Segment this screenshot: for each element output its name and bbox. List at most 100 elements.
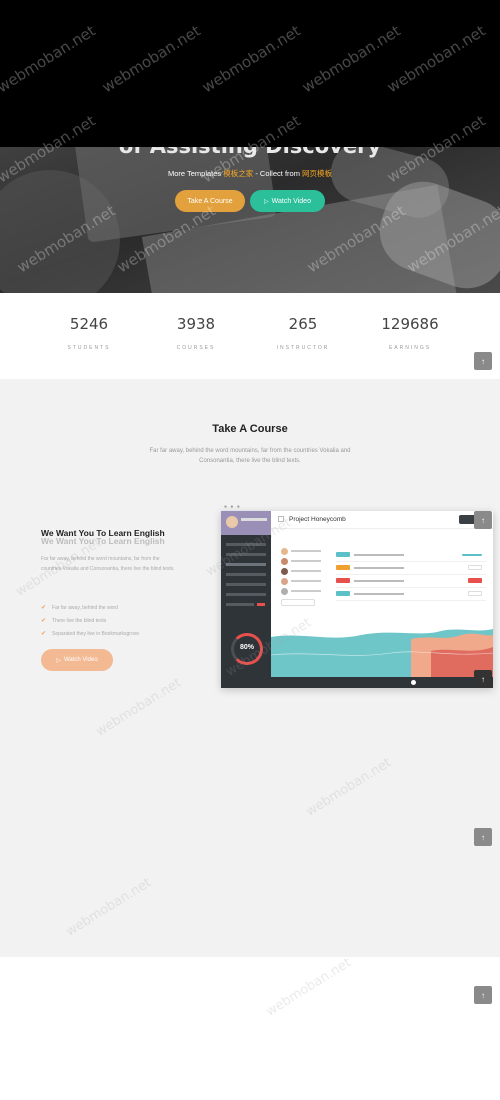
avatar (281, 577, 288, 585)
sidebar-nav-line (226, 563, 266, 566)
file-name-line (354, 554, 404, 556)
list-item (336, 575, 486, 588)
dashboard-header: Project Honeycomb (271, 511, 493, 529)
stat-label: STUDENTS (67, 345, 111, 351)
list-item (281, 576, 326, 586)
back-to-top-button[interactable]: ↑ (474, 670, 492, 688)
dashboard-footer (271, 677, 493, 688)
dashboard-member-list (281, 546, 326, 606)
back-to-top-button[interactable]: ↑ (474, 986, 492, 1004)
watch-video-button[interactable]: ▷ Watch Video (250, 190, 325, 212)
stat-value: 265 (288, 315, 318, 333)
member-name-line (291, 550, 321, 552)
watch-video-button-secondary[interactable]: ▷ Watch Video (41, 649, 113, 671)
back-to-top-button[interactable]: ↑ (474, 352, 492, 370)
list-item (281, 586, 326, 596)
file-name-line (354, 580, 404, 582)
play-icon: ▷ (264, 198, 269, 205)
stat-label: COURSES (176, 345, 216, 351)
list-item: ✔ There live the blind texts (41, 614, 139, 627)
collect-link[interactable]: 网页模板 (302, 169, 332, 178)
avatar (281, 557, 288, 565)
check-icon: ✔ (41, 605, 47, 611)
list-item (336, 562, 486, 575)
dashboard-screenshot: 80% Project Honeycomb (221, 511, 493, 688)
course-description: Far far away, behind the word mountains,… (149, 448, 351, 464)
list-item: ✔ Separated they live in Bookmarksgrove (41, 627, 139, 640)
dashboard-file-list (336, 549, 486, 601)
check-icon: ✔ (41, 631, 47, 637)
back-to-top-button[interactable]: ↑ (474, 511, 492, 529)
hero-subtitle-text: - Collect from (253, 169, 303, 178)
page: of Assisting Discovery More Templates 模板… (0, 0, 500, 1100)
file-action (468, 591, 482, 596)
check-icon: ✔ (41, 618, 47, 624)
course-section: Take A Course Far far away, behind the w… (0, 379, 500, 957)
member-name-line (291, 590, 321, 592)
list-item-text: Separated they live in Bookmarksgrove (52, 630, 140, 637)
watch-video-label: Watch Video (271, 197, 311, 205)
back-to-top-button[interactable]: ↑ (474, 828, 492, 846)
dashboard-title: Project Honeycomb (289, 516, 346, 523)
file-tag (336, 578, 350, 583)
hero-subtitle-text: More Templates (167, 169, 224, 178)
list-item (281, 566, 326, 576)
dashboard-sidebar: 80% (221, 511, 271, 688)
list-item-text: There live the blind texts (52, 617, 107, 624)
stat-earnings: 129686 EARNINGS (355, 315, 465, 351)
profile-name-line (241, 518, 267, 521)
course-title: Take A Course (212, 423, 288, 435)
file-name-line (354, 567, 404, 569)
file-tag (336, 552, 350, 557)
member-name-line (291, 570, 321, 572)
file-tag (336, 591, 350, 596)
sidebar-nav-line (226, 573, 266, 576)
stat-value: 5246 (69, 315, 109, 333)
stat-instructor: 265 INSTRUCTOR (248, 315, 358, 351)
timeline-marker (411, 680, 416, 685)
list-item (336, 588, 486, 601)
member-name-line (291, 560, 321, 562)
stat-label: EARNINGS (388, 345, 432, 351)
avatar (281, 587, 288, 595)
stat-value: 3938 (176, 315, 216, 333)
stat-students: 5246 STUDENTS (34, 315, 144, 351)
list-item (281, 556, 326, 566)
watch-video-label: Watch Video (63, 657, 98, 663)
file-action (468, 565, 482, 570)
file-tag (336, 565, 350, 570)
file-progress (462, 554, 482, 556)
member-name-line (291, 580, 321, 582)
dashboard-area-chart (271, 629, 493, 677)
sidebar-nav-line (226, 553, 266, 556)
learn-list: ✔ Far far away, behind the word ✔ There li… (41, 601, 139, 640)
sidebar-nav-line (226, 603, 254, 606)
hero-subtitle: More Templates 模板之家 - Collect from 网页模板 (0, 168, 500, 179)
list-item (281, 546, 326, 556)
avatar (226, 516, 238, 528)
play-icon: ▷ (56, 657, 61, 664)
file-action (468, 578, 482, 583)
learn-description: Far far away, behind the word mountains,… (41, 556, 175, 572)
avatar (281, 547, 288, 555)
watermark: webmoban.net (263, 955, 355, 1020)
top-black-bar (0, 0, 500, 147)
list-item (336, 549, 486, 562)
stat-label: INSTRUCTOR (276, 345, 330, 351)
list-item: ✔ Far far away, behind the word (41, 601, 139, 614)
window-dots: ● ● ● (224, 504, 241, 510)
templates-link[interactable]: 模板之家 (223, 169, 253, 178)
learn-title-shadow: We Want You To Learn English (41, 536, 165, 546)
sidebar-nav-line (226, 593, 266, 596)
stat-courses: 3938 COURSES (141, 315, 251, 351)
add-member-button (281, 599, 315, 606)
take-course-button[interactable]: Take A Course (175, 190, 245, 212)
sidebar-nav-line (226, 543, 266, 546)
sidebar-nav-line (226, 583, 266, 586)
sidebar-badge (257, 603, 265, 606)
dashboard-profile (221, 511, 271, 535)
stats-section: 5246 STUDENTS 3938 COURSES 265 INSTRUCTO… (0, 293, 500, 379)
avatar (281, 567, 288, 575)
file-name-line (354, 593, 404, 595)
gauge-value: 80% (239, 644, 254, 651)
